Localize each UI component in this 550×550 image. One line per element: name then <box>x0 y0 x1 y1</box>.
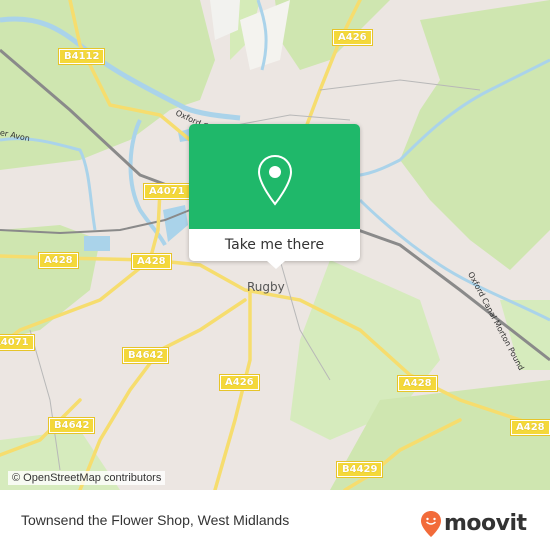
popup-header <box>189 124 360 229</box>
road-shield-a428-far-east: A428 <box>510 419 550 436</box>
location-popup: Take me there <box>189 124 360 269</box>
road-shield-a426-south: A426 <box>219 374 260 391</box>
road-shield-a4071-west: A4071 <box>0 334 35 351</box>
moovit-logo[interactable]: moovit <box>420 510 527 538</box>
road-shield-a426-north: A426 <box>332 29 373 46</box>
popup-tail <box>267 261 285 269</box>
lake <box>84 236 110 251</box>
road-shield-b4112: B4112 <box>57 48 106 65</box>
map-view[interactable]: B4112 A426 A4071 A428 A428 A4071 B4642 A… <box>0 0 550 490</box>
map-attribution[interactable]: © OpenStreetMap contributors <box>8 471 166 485</box>
place-label-rugby: Rugby <box>247 280 285 294</box>
green-area <box>400 0 550 270</box>
moovit-wordmark: moovit <box>444 511 527 536</box>
road-shield-a428-center: A428 <box>131 253 172 270</box>
location-title: Townsend the Flower Shop, West Midlands <box>21 512 290 528</box>
road-shield-b4429: B4429 <box>335 461 384 478</box>
lake <box>163 205 188 242</box>
road <box>78 298 247 490</box>
road-shield-b4642-west: B4642 <box>47 417 96 434</box>
footer: Townsend the Flower Shop, West Midlands … <box>0 490 550 550</box>
take-me-there-button[interactable]: Take me there <box>189 229 360 261</box>
road <box>213 288 252 490</box>
road-shield-a428-east: A428 <box>397 375 438 392</box>
moovit-pin-icon <box>421 511 441 537</box>
road-shield-b4642-center: B4642 <box>121 347 170 364</box>
road-shield-a4071-center: A4071 <box>143 183 191 200</box>
road-shield-a428-west: A428 <box>38 252 79 269</box>
location-pin-icon <box>257 154 293 206</box>
